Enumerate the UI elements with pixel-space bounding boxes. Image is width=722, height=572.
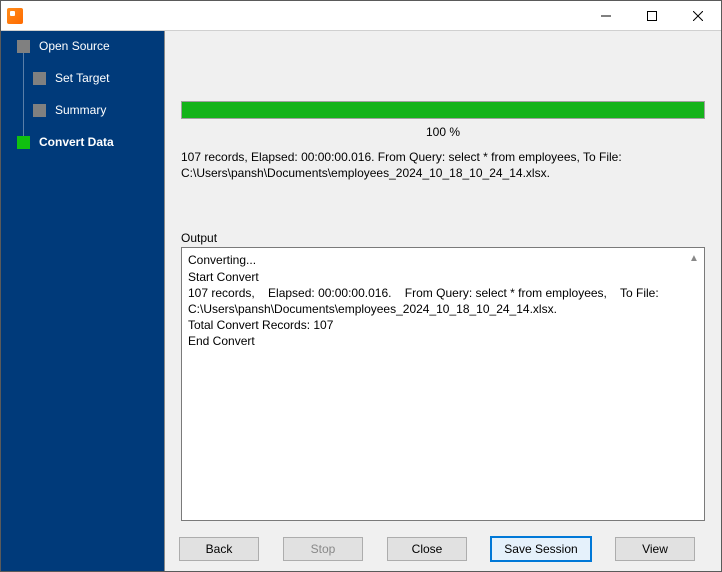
progressbar bbox=[181, 101, 705, 119]
titlebar bbox=[1, 1, 721, 31]
progressbar-fill bbox=[182, 102, 704, 118]
main-content: 100 % 107 records, Elapsed: 00:00:00.016… bbox=[164, 31, 721, 571]
step-box-icon bbox=[17, 40, 30, 53]
close-window-button[interactable] bbox=[675, 1, 721, 31]
save-session-button[interactable]: Save Session bbox=[491, 537, 591, 561]
sidebar-item-set-target[interactable]: Set Target bbox=[1, 71, 164, 91]
summary-text: 107 records, Elapsed: 00:00:00.016. From… bbox=[181, 149, 705, 181]
output-log-text: Converting... Start Convert 107 records,… bbox=[188, 253, 662, 348]
wizard-sidebar: Open Source Set Target Summary Convert D… bbox=[1, 31, 164, 571]
output-label: Output bbox=[181, 231, 705, 245]
step-box-icon bbox=[33, 72, 46, 85]
step-box-icon bbox=[17, 136, 30, 149]
app-window: Open Source Set Target Summary Convert D… bbox=[0, 0, 722, 572]
close-button[interactable]: Close bbox=[387, 537, 467, 561]
sidebar-item-label: Set Target bbox=[55, 71, 109, 85]
minimize-button[interactable] bbox=[583, 1, 629, 31]
maximize-button[interactable] bbox=[629, 1, 675, 31]
sidebar-item-label: Summary bbox=[55, 103, 106, 117]
scroll-up-icon[interactable]: ▲ bbox=[686, 250, 702, 266]
progress-percent-label: 100 % bbox=[181, 119, 705, 143]
main-area: 100 % 107 records, Elapsed: 00:00:00.016… bbox=[165, 31, 721, 527]
sidebar-item-convert-data[interactable]: Convert Data bbox=[1, 135, 164, 155]
view-button[interactable]: View bbox=[615, 537, 695, 561]
back-button[interactable]: Back bbox=[179, 537, 259, 561]
app-icon bbox=[7, 8, 23, 24]
window-body: Open Source Set Target Summary Convert D… bbox=[1, 31, 721, 571]
sidebar-item-summary[interactable]: Summary bbox=[1, 103, 164, 123]
sidebar-item-open-source[interactable]: Open Source bbox=[1, 39, 164, 59]
output-log[interactable]: Converting... Start Convert 107 records,… bbox=[181, 247, 705, 521]
progress-region: 100 % bbox=[181, 101, 705, 143]
step-box-icon bbox=[33, 104, 46, 117]
stop-button: Stop bbox=[283, 537, 363, 561]
sidebar-item-label: Open Source bbox=[39, 39, 110, 53]
sidebar-item-label: Convert Data bbox=[39, 135, 114, 149]
button-row: Back Stop Close Save Session View bbox=[165, 527, 721, 571]
